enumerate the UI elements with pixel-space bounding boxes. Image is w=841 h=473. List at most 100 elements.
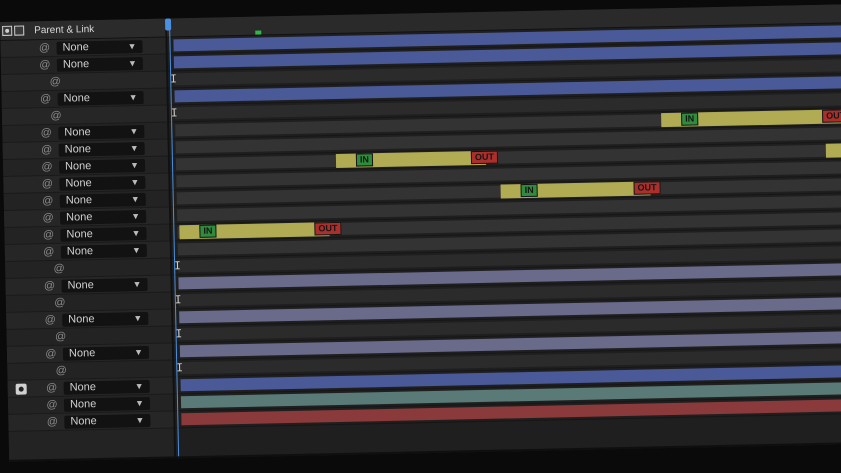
parent-dropdown[interactable]: None ▼ [59,209,147,225]
pick-whip-icon[interactable]: @ [53,263,65,275]
chevron-down-icon: ▼ [128,92,138,103]
chevron-down-icon: ▼ [131,211,141,222]
out-point-tag[interactable]: OUT [314,221,342,236]
parent-dropdown[interactable]: None ▼ [58,125,145,140]
pick-whip-icon[interactable]: @ [46,382,58,394]
parent-dropdown-value: None [62,41,89,54]
in-point-tag[interactable]: IN [199,224,217,238]
layer-row[interactable]: @ None ▼ [8,411,174,432]
chevron-down-icon: ▼ [135,415,145,426]
pick-whip-icon[interactable]: @ [50,110,62,122]
pick-whip-icon[interactable]: @ [44,314,56,326]
parent-dropdown-value: None [69,381,97,394]
parent-dropdown[interactable]: None ▼ [60,243,147,259]
parent-dropdown[interactable]: None ▼ [62,345,150,361]
highlighted-clip[interactable]: IN OUT [500,181,661,199]
parent-dropdown[interactable]: None ▼ [59,192,146,208]
parent-dropdown-value: None [70,415,97,428]
parent-dropdown[interactable]: None ▼ [56,40,143,55]
parent-dropdown-value: None [65,211,93,224]
pick-whip-icon[interactable]: @ [38,42,50,54]
parent-dropdown-value: None [65,194,93,207]
parent-dropdown[interactable]: None ▼ [58,141,145,157]
parent-dropdown[interactable]: None ▼ [63,379,150,395]
timeline-panel: Parent & Link @ None ▼ @ None ▼ @ @ None ▼ @ @ None ▼… [0,3,841,462]
chevron-down-icon: ▼ [131,228,141,239]
out-point-tag[interactable]: OUT [470,150,499,165]
parent-dropdown-value: None [63,92,91,105]
work-area-marker [255,30,262,35]
chevron-down-icon: ▼ [127,41,137,52]
pick-whip-icon[interactable]: @ [39,59,51,71]
pick-whip-icon[interactable]: @ [45,348,57,360]
parent-dropdown[interactable]: None ▼ [60,226,147,242]
chevron-down-icon: ▼ [133,313,143,324]
chevron-down-icon: ▼ [130,194,140,205]
pick-whip-icon[interactable]: @ [42,212,54,224]
parent-dropdown[interactable]: None ▼ [59,175,146,191]
parent-dropdown-value: None [62,58,90,71]
pick-whip-icon[interactable]: @ [41,144,53,156]
chevron-down-icon: ▼ [129,126,139,137]
in-point-tag[interactable]: IN [355,153,374,167]
pick-whip-icon[interactable]: @ [41,161,53,173]
highlighted-clip[interactable]: IN OUT [335,150,499,168]
pick-whip-icon[interactable]: @ [41,178,53,190]
parent-dropdown[interactable]: None ▼ [61,277,148,293]
chevron-down-icon: ▼ [130,160,140,171]
pick-whip-icon[interactable]: @ [42,195,54,207]
highlighted-clip[interactable]: IN OUT [661,109,841,128]
pick-whip-icon[interactable]: @ [40,127,52,139]
pick-whip-icon[interactable]: @ [46,399,58,411]
parent-dropdown-value: None [66,245,94,258]
layer-rows: @ None ▼ @ None ▼ @ @ None ▼ @ @ None ▼ @ None ▼ @ None ▼ @ N… [0,37,174,432]
pick-whip-icon[interactable]: @ [54,297,66,309]
chevron-down-icon: ▼ [127,58,137,69]
chevron-down-icon: ▼ [132,279,142,290]
out-point-tag[interactable]: OUT [633,181,661,195]
layer-list-panel: Parent & Link @ None ▼ @ None ▼ @ @ None ▼ @ @ None ▼… [0,18,177,462]
parent-dropdown[interactable]: None ▼ [57,91,144,106]
chevron-down-icon: ▼ [134,381,144,392]
chevron-down-icon: ▼ [131,245,141,256]
out-point-tag[interactable]: OUT [822,109,841,123]
highlighted-clip[interactable] [825,143,841,158]
parent-link-header: Parent & Link [34,23,95,36]
solo-toggle-icon[interactable] [15,383,27,395]
pick-whip-icon[interactable]: @ [42,229,54,241]
parent-dropdown[interactable]: None ▼ [62,311,149,327]
pick-whip-icon[interactable]: @ [43,280,55,292]
chevron-down-icon: ▼ [130,177,140,188]
parent-dropdown[interactable]: None ▼ [64,413,151,429]
pick-whip-icon[interactable]: @ [46,416,58,428]
zoom-in-icon[interactable]: ▲▲ [271,458,293,462]
solo-column-icon[interactable] [2,25,13,36]
zoom-slider-handle-icon[interactable]: ● [205,459,212,462]
pick-whip-icon[interactable]: @ [43,246,55,258]
pick-whip-icon[interactable]: @ [55,365,67,377]
pick-whip-icon[interactable]: @ [54,331,66,343]
chevron-down-icon: ▼ [129,143,139,154]
parent-dropdown[interactable]: None ▼ [56,57,144,72]
zoom-out-icon[interactable]: ▲ [187,461,198,462]
pick-whip-icon[interactable]: @ [39,93,51,105]
parent-dropdown[interactable]: None ▼ [63,396,151,412]
chevron-down-icon: ▼ [134,398,145,409]
timeline-track-area: I I IN OUT IN OUT IN OUT IN OUT I I I I [166,3,841,459]
parent-dropdown-value: None [69,398,97,411]
pick-whip-icon[interactable]: @ [49,76,61,88]
lock-column-icon[interactable] [14,25,25,36]
in-point-tag[interactable]: IN [681,112,699,126]
parent-dropdown-value: None [65,177,92,190]
parent-dropdown-value: None [64,143,92,156]
parent-dropdown-value: None [68,347,96,360]
parent-dropdown[interactable]: None ▼ [58,158,146,174]
playhead-handle[interactable] [164,18,172,31]
track-rows: I I IN OUT IN OUT IN OUT IN OUT I I I I [167,22,841,429]
highlighted-clip[interactable]: IN OUT [179,221,342,240]
chevron-down-icon: ▼ [133,347,144,358]
parent-dropdown-value: None [64,160,92,173]
parent-dropdown-value: None [64,126,91,139]
parent-dropdown-value: None [68,313,95,326]
in-point-tag[interactable]: IN [520,183,538,198]
